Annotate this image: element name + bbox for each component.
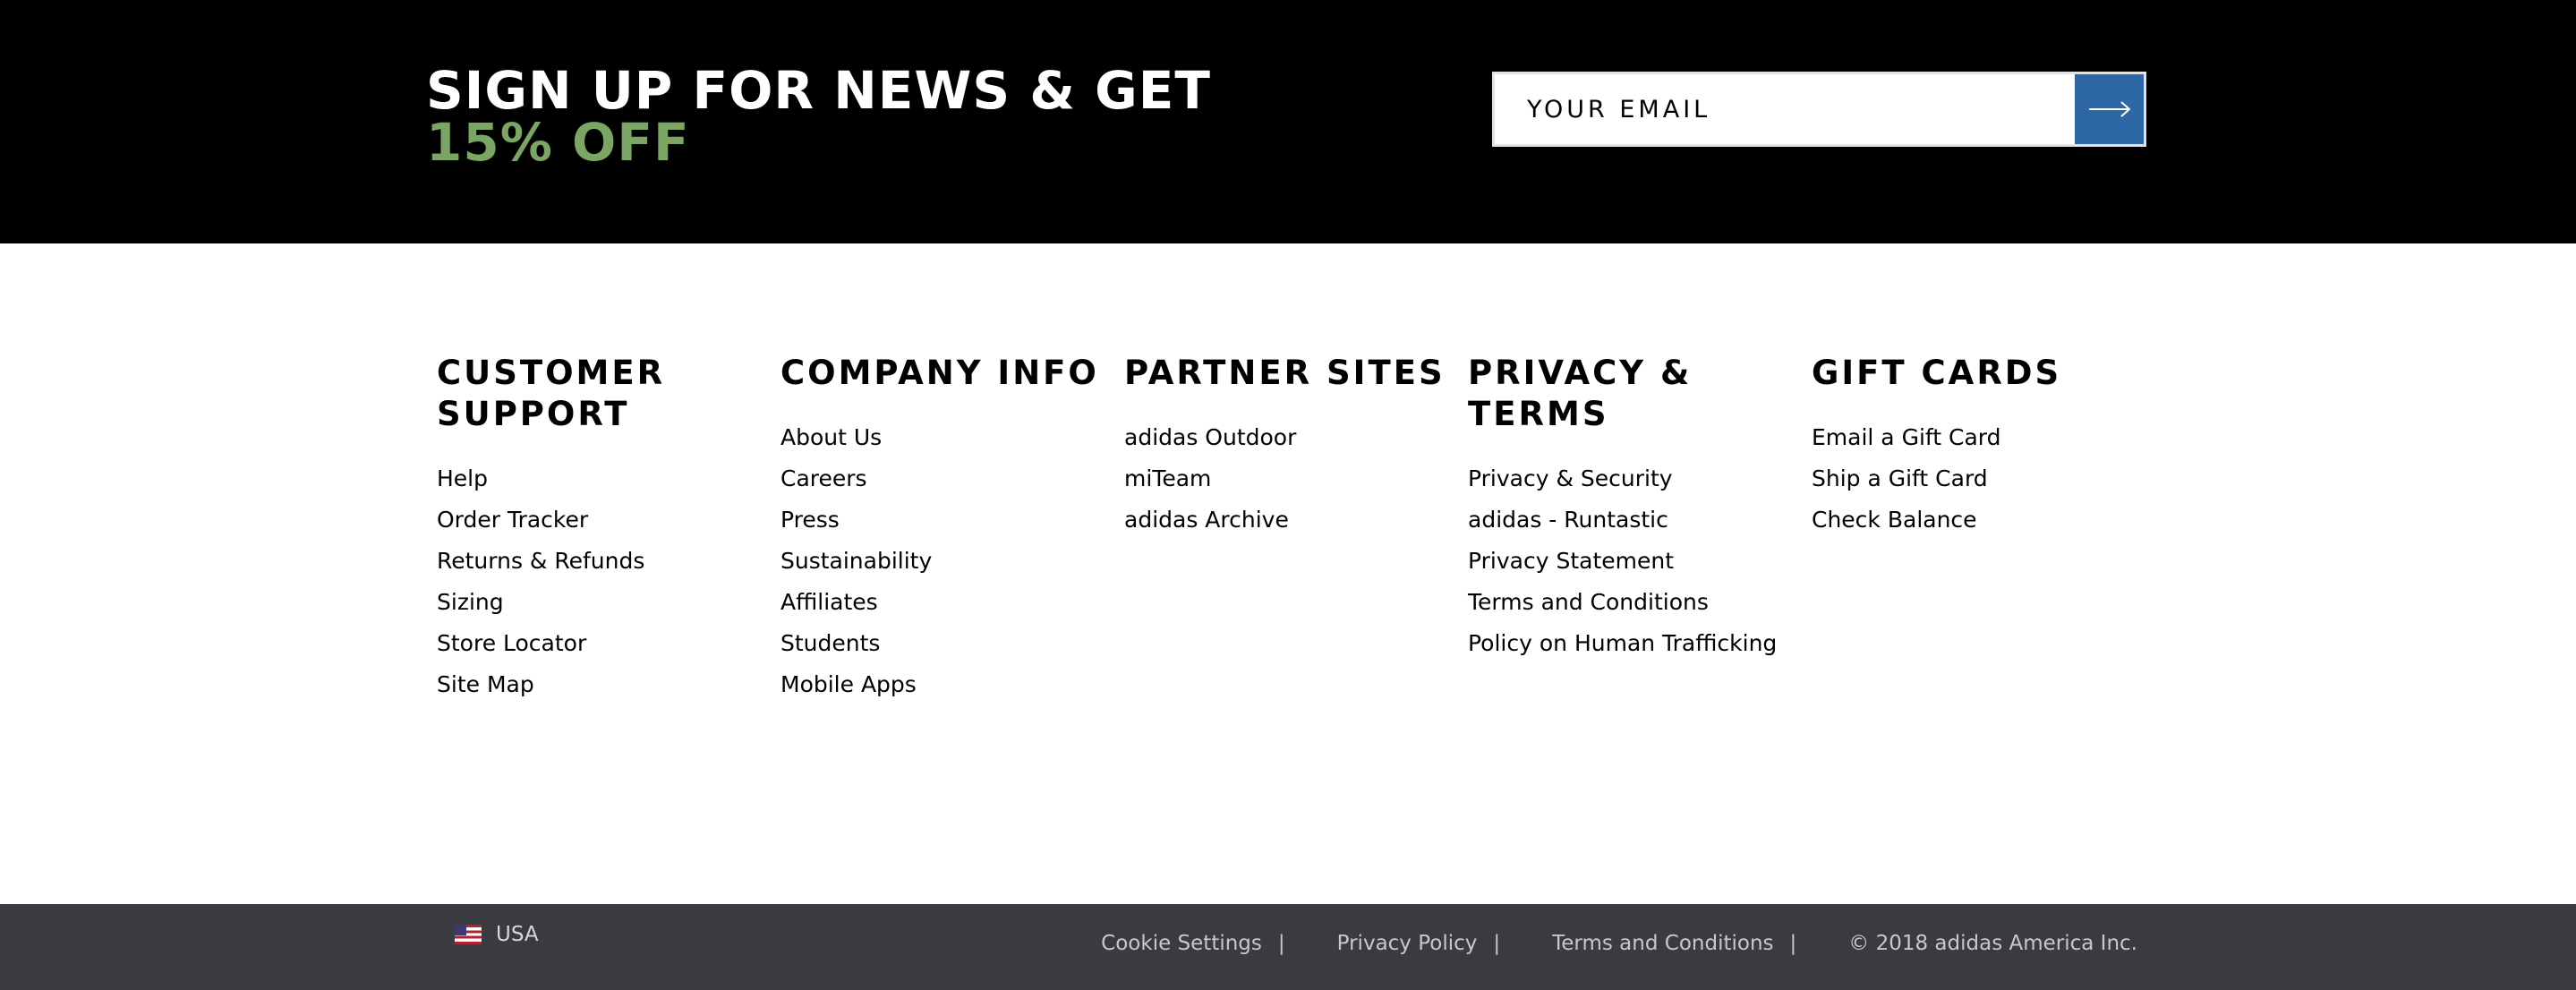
us-flag-icon — [455, 925, 482, 944]
country-label: USA — [496, 923, 539, 946]
email-signup-form — [1492, 72, 2146, 147]
link-human-trafficking-policy[interactable]: Policy on Human Trafficking — [1468, 623, 1808, 664]
link-sizing[interactable]: Sizing — [437, 582, 777, 623]
column-gift-cards: GIFT CARDS Email a Gift Card Ship a Gift… — [1812, 353, 2152, 541]
column-heading: COMPANY INFO — [780, 354, 1099, 392]
link-email-gift-card[interactable]: Email a Gift Card — [1812, 417, 2152, 458]
link-miteam[interactable]: miTeam — [1124, 458, 1464, 499]
link-check-balance[interactable]: Check Balance — [1812, 499, 2152, 541]
column-heading: CUSTOMER SUPPORT — [437, 354, 666, 433]
link-students[interactable]: Students — [780, 623, 1121, 664]
link-runtastic-privacy-statement[interactable]: adidas - Runtastic Privacy Statement — [1468, 499, 1754, 582]
link-list: Privacy & Security adidas - Runtastic Pr… — [1468, 458, 1808, 664]
copyright-text: © 2018 adidas America Inc. — [1848, 932, 2137, 955]
link-site-map[interactable]: Site Map — [437, 664, 777, 705]
email-input[interactable] — [1495, 74, 2075, 144]
link-privacy-security[interactable]: Privacy & Security — [1468, 458, 1808, 499]
terms-conditions-link[interactable]: Terms and Conditions — [1552, 932, 1773, 955]
link-affiliates[interactable]: Affiliates — [780, 582, 1121, 623]
bottom-bar: USA Cookie Settings | Privacy Policy | T… — [0, 904, 2576, 990]
link-adidas-outdoor[interactable]: adidas Outdoor — [1124, 417, 1464, 458]
legal-links: Cookie Settings | Privacy Policy | Terms… — [1101, 932, 2137, 955]
column-heading: GIFT CARDS — [1812, 354, 2062, 392]
link-press[interactable]: Press — [780, 499, 1121, 541]
link-about-us[interactable]: About Us — [780, 417, 1121, 458]
column-partner-sites: PARTNER SITES adidas Outdoor miTeam adid… — [1124, 353, 1464, 541]
newsletter-signup: SIGN UP FOR NEWS & GET 15% OFF — [0, 0, 2576, 243]
link-mobile-apps[interactable]: Mobile Apps — [780, 664, 1121, 705]
link-terms-conditions[interactable]: Terms and Conditions — [1468, 582, 1808, 623]
email-submit-button[interactable] — [2075, 74, 2144, 144]
separator: | — [1493, 932, 1501, 955]
link-store-locator[interactable]: Store Locator — [437, 623, 777, 664]
column-heading: PARTNER SITES — [1124, 354, 1446, 392]
link-list: adidas Outdoor miTeam adidas Archive — [1124, 417, 1464, 541]
privacy-policy-link[interactable]: Privacy Policy — [1337, 932, 1478, 955]
separator: | — [1277, 932, 1285, 955]
link-help[interactable]: Help — [437, 458, 777, 499]
country-selector[interactable]: USA — [455, 923, 539, 946]
link-list: Help Order Tracker Returns & Refunds Siz… — [437, 458, 777, 705]
signup-heading-accent: 15% OFF — [426, 112, 690, 173]
link-order-tracker[interactable]: Order Tracker — [437, 499, 777, 541]
column-customer-support: CUSTOMER SUPPORT Help Order Tracker Retu… — [437, 353, 777, 705]
link-adidas-archive[interactable]: adidas Archive — [1124, 499, 1464, 541]
separator: | — [1789, 932, 1797, 955]
signup-heading: SIGN UP FOR NEWS & GET 15% OFF — [426, 64, 1321, 168]
cookie-settings-link[interactable]: Cookie Settings — [1101, 932, 1262, 955]
link-list: About Us Careers Press Sustainability Af… — [780, 417, 1121, 705]
column-company-info: COMPANY INFO About Us Careers Press Sust… — [780, 353, 1121, 705]
link-ship-gift-card[interactable]: Ship a Gift Card — [1812, 458, 2152, 499]
column-heading: PRIVACY & TERMS — [1468, 354, 1693, 433]
link-sustainability[interactable]: Sustainability — [780, 541, 1121, 582]
link-returns-refunds[interactable]: Returns & Refunds — [437, 541, 777, 582]
link-careers[interactable]: Careers — [780, 458, 1121, 499]
column-privacy-terms: PRIVACY & TERMS Privacy & Security adida… — [1468, 353, 1808, 664]
link-list: Email a Gift Card Ship a Gift Card Check… — [1812, 417, 2152, 541]
arrow-right-icon — [2088, 101, 2131, 117]
